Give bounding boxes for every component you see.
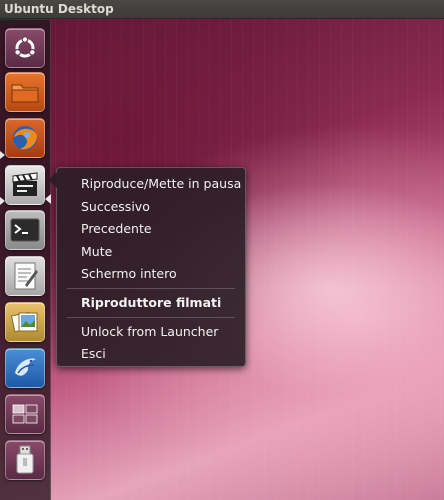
menu-separator bbox=[67, 288, 235, 289]
terminal-button[interactable] bbox=[5, 210, 45, 250]
menu-item-unlock-from-launcher[interactable]: Unlock from Launcher bbox=[81, 324, 218, 340]
menu-item-quit[interactable]: Esci bbox=[81, 346, 106, 362]
quicklist-menu: Riproduce/Mette in pausa Successivo Prec… bbox=[56, 167, 246, 367]
text-editor-button[interactable] bbox=[5, 256, 45, 296]
menu-item-app-title[interactable]: Riproduttore filmati bbox=[81, 295, 221, 311]
ubuntu-logo-icon bbox=[14, 36, 36, 58]
window-title: Ubuntu Desktop bbox=[4, 2, 114, 16]
terminal-icon bbox=[10, 218, 40, 242]
menu-item-play-pause[interactable]: Riproduce/Mette in pausa bbox=[81, 176, 241, 192]
launcher bbox=[0, 20, 51, 500]
usb-drive-icon bbox=[16, 445, 34, 474]
menu-item-next[interactable]: Successivo bbox=[81, 199, 150, 215]
menu-separator bbox=[67, 317, 235, 318]
quicklist-pointer bbox=[48, 172, 57, 188]
text-editor-icon bbox=[14, 262, 38, 290]
thunderbird-button[interactable] bbox=[5, 348, 45, 388]
bird-icon bbox=[15, 358, 36, 376]
menu-item-mute[interactable]: Mute bbox=[81, 244, 112, 260]
home-folder-button[interactable] bbox=[5, 72, 45, 112]
menu-item-previous[interactable]: Precedente bbox=[81, 221, 152, 237]
menu-item-fullscreen[interactable]: Schermo intero bbox=[81, 266, 177, 282]
dash-home-button[interactable] bbox=[5, 28, 45, 68]
image-viewer-button[interactable] bbox=[5, 302, 45, 342]
workspaces-icon bbox=[12, 404, 38, 424]
workspace-switcher-button[interactable] bbox=[5, 394, 45, 434]
movie-player-button[interactable] bbox=[5, 165, 45, 205]
firefox-button[interactable] bbox=[5, 118, 45, 158]
photos-icon bbox=[10, 311, 38, 333]
firefox-icon bbox=[13, 126, 37, 150]
folder-icon bbox=[11, 84, 39, 103]
clapperboard-icon bbox=[12, 172, 38, 196]
active-indicator bbox=[45, 194, 51, 204]
top-panel: Ubuntu Desktop bbox=[0, 0, 444, 19]
usb-drive-button[interactable] bbox=[5, 440, 45, 480]
